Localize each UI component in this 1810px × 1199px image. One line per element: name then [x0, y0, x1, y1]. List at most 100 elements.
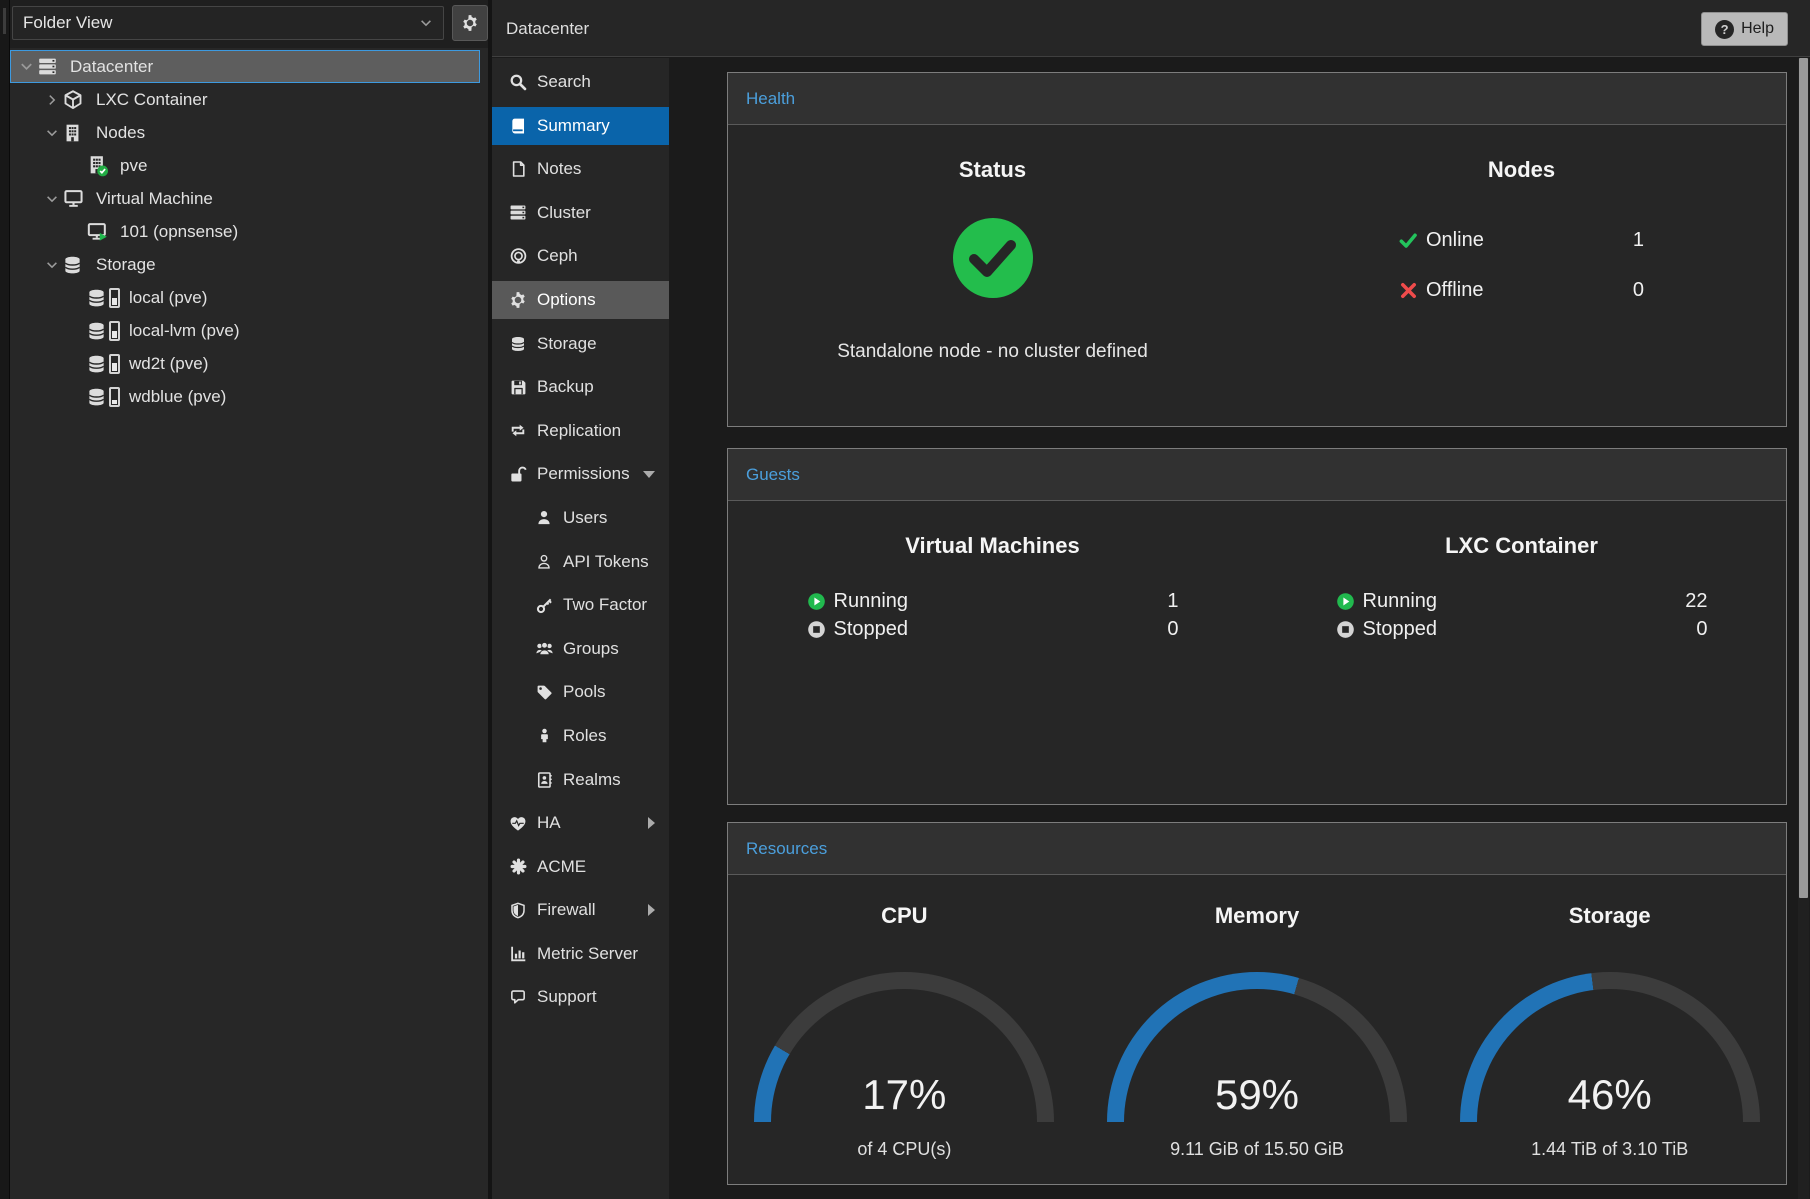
nav-item-groups[interactable]: Groups	[492, 630, 669, 668]
floppy-icon	[507, 379, 529, 396]
database-icon	[87, 321, 106, 341]
lxc-running-row: Running 22	[1336, 590, 1708, 613]
nav-item-realms[interactable]: Realms	[492, 761, 669, 799]
storage-subtext: 1.44 TiB of 3.10 TiB	[1531, 1139, 1688, 1160]
tree-item-label: Virtual Machine	[96, 189, 213, 209]
nav-item-firewall[interactable]: Firewall	[492, 891, 669, 929]
stop-circle-icon	[807, 620, 826, 639]
tree-item-pve[interactable]: pve	[10, 149, 480, 182]
person-icon	[533, 727, 555, 744]
tree-item-label: Nodes	[96, 123, 145, 143]
nav-item-replication[interactable]: Replication	[492, 412, 669, 450]
tree-item-storage[interactable]: Storage	[10, 248, 480, 281]
nav-item-pools[interactable]: Pools	[492, 673, 669, 711]
nodes-offline-row: Offline 0	[1399, 279, 1644, 302]
tree-item-storage-local[interactable]: local (pve)	[10, 281, 480, 314]
database-icon	[87, 288, 106, 308]
vm-running-row: Running 1	[807, 590, 1179, 613]
nav-item-metric-server[interactable]: Metric Server	[492, 935, 669, 973]
resources-panel-title: Resources	[728, 823, 1786, 875]
cluster-status-message: Standalone node - no cluster defined	[837, 341, 1148, 363]
stop-circle-icon	[1336, 620, 1355, 639]
tree-settings-button[interactable]	[452, 5, 488, 41]
vm-stopped-row: Stopped 0	[807, 618, 1179, 641]
nav-item-support[interactable]: Support	[492, 978, 669, 1016]
memory-heading: Memory	[1215, 903, 1299, 929]
nav-item-notes[interactable]: Notes	[492, 150, 669, 188]
cpu-heading: CPU	[881, 903, 927, 929]
nav-item-search[interactable]: Search	[492, 63, 669, 101]
tree-item-label: LXC Container	[96, 90, 208, 110]
nav-item-ha[interactable]: HA	[492, 804, 669, 842]
note-icon	[507, 160, 529, 178]
help-button[interactable]: ? Help	[1701, 12, 1788, 46]
tree-item-storage-local-lvm[interactable]: local-lvm (pve)	[10, 314, 480, 347]
database-icon	[87, 387, 106, 407]
nav-item-roles[interactable]: Roles	[492, 717, 669, 755]
database-icon	[507, 335, 529, 353]
tree-item-vm-101[interactable]: 101 (opnsense)	[10, 215, 480, 248]
nav-item-two-factor[interactable]: Two Factor	[492, 586, 669, 624]
tree-item-label: Storage	[96, 255, 156, 275]
tree-item-lxc-container[interactable]: LXC Container	[10, 83, 480, 116]
cross-icon	[1399, 281, 1418, 300]
caret-down-icon	[643, 471, 655, 478]
lxc-stopped-count: 0	[1696, 618, 1707, 641]
view-mode-select[interactable]: Folder View	[12, 6, 444, 40]
database-icon	[63, 255, 87, 275]
chevron-down-icon[interactable]	[41, 258, 63, 272]
tree-item-datacenter[interactable]: Datacenter	[10, 50, 480, 83]
content-header: Datacenter ? Help	[492, 0, 1810, 57]
tree-item-storage-wd2t[interactable]: wd2t (pve)	[10, 347, 480, 380]
nav-item-users[interactable]: Users	[492, 499, 669, 537]
nav-item-summary[interactable]: Summary	[492, 107, 669, 145]
usage-bar-icon	[109, 288, 120, 308]
health-panel: Health Status Standalone node - no clust…	[727, 72, 1787, 427]
bar-chart-icon	[507, 945, 529, 962]
chevron-right-icon[interactable]	[41, 93, 63, 107]
summary-main: Health Status Standalone node - no clust…	[669, 58, 1810, 1199]
chevron-down-icon[interactable]	[15, 59, 37, 74]
user-group-icon	[533, 640, 555, 657]
nav-item-cluster[interactable]: Cluster	[492, 194, 669, 232]
storage-gauge-section: Storage 46% 1.44 TiB of 3.10 TiB	[1433, 875, 1786, 1160]
cpu-gauge-section: CPU 17% of 4 CPU(s)	[728, 875, 1081, 1160]
guests-panel: Guests Virtual Machines Running 1 Stoppe…	[727, 448, 1787, 805]
guests-panel-title: Guests	[728, 449, 1786, 501]
chevron-down-icon[interactable]	[41, 192, 63, 206]
nav-item-backup[interactable]: Backup	[492, 368, 669, 406]
tree-item-label: pve	[120, 156, 147, 176]
tree-item-label: local (pve)	[129, 288, 207, 308]
sync-arrows-icon	[507, 422, 529, 439]
page-title: Datacenter	[506, 0, 589, 57]
nav-item-ceph[interactable]: Ceph	[492, 237, 669, 275]
help-button-label: Help	[1741, 20, 1774, 38]
tree-item-virtual-machine[interactable]: Virtual Machine	[10, 182, 480, 215]
resource-tree: Datacenter LXC Container Nodes pve Virtu…	[10, 50, 488, 413]
nav-item-api-tokens[interactable]: API Tokens	[492, 543, 669, 581]
memory-gauge: 59%	[1107, 972, 1407, 1123]
chevron-down-icon	[419, 16, 433, 30]
tree-item-label: wdblue (pve)	[129, 387, 226, 407]
seal-icon	[507, 858, 529, 875]
caret-right-icon	[648, 817, 655, 829]
book-icon	[507, 117, 529, 135]
chevron-down-icon[interactable]	[41, 126, 63, 140]
user-outline-icon	[533, 553, 555, 570]
nav-item-options[interactable]: Options	[492, 281, 669, 319]
nav-item-acme[interactable]: ACME	[492, 848, 669, 886]
heartbeat-icon	[507, 815, 529, 832]
nav-item-permissions[interactable]: Permissions	[492, 455, 669, 493]
lxc-heading: LXC Container	[1445, 533, 1598, 559]
storage-gauge: 46%	[1460, 972, 1760, 1123]
tree-item-label: local-lvm (pve)	[129, 321, 240, 341]
vm-running-count: 1	[1167, 590, 1178, 613]
usage-bar-icon	[109, 387, 120, 407]
tree-item-nodes[interactable]: Nodes	[10, 116, 480, 149]
vertical-scrollbar[interactable]	[1798, 58, 1809, 1199]
scrollbar-thumb[interactable]	[1799, 58, 1808, 898]
datacenter-nav: Search Summary Notes Cluster Ceph Option…	[492, 58, 669, 1199]
magnifier-icon	[507, 73, 529, 91]
tree-item-storage-wdblue[interactable]: wdblue (pve)	[10, 380, 480, 413]
nav-item-storage[interactable]: Storage	[492, 325, 669, 363]
